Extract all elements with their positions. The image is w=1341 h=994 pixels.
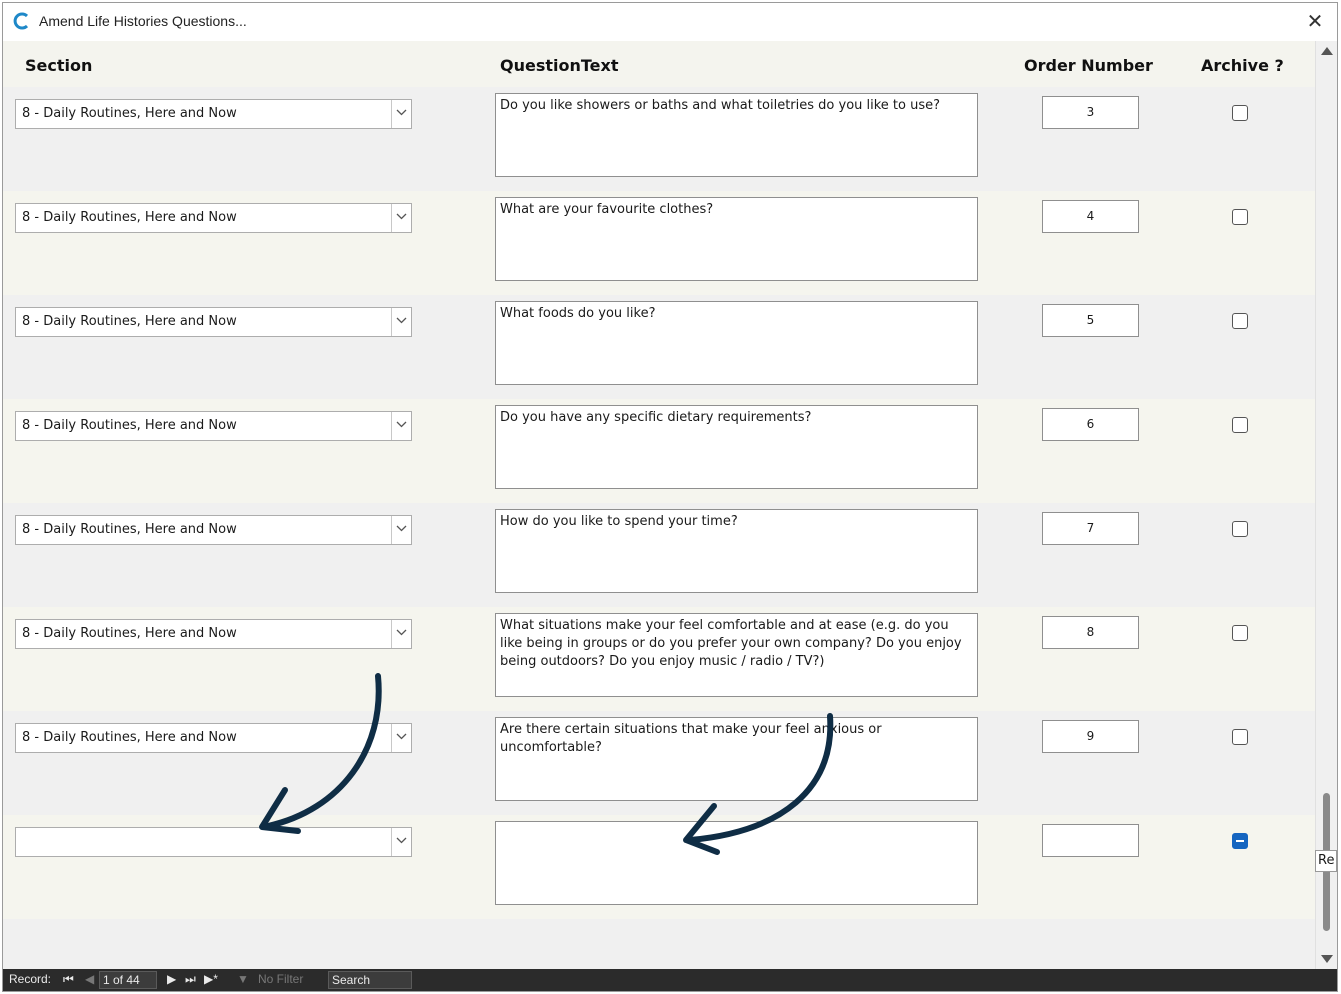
chevron-down-icon[interactable] <box>391 100 411 128</box>
order-number-field[interactable]: 4 <box>1042 200 1139 233</box>
archive-checkbox[interactable] <box>1232 417 1248 433</box>
section-combo-value: 8 - Daily Routines, Here and Now <box>22 210 237 225</box>
archive-checkbox[interactable] <box>1232 625 1248 641</box>
title-bar: Amend Life Histories Questions... ✕ <box>3 3 1337 41</box>
chevron-down-icon[interactable] <box>391 620 411 648</box>
section-combo-value: 8 - Daily Routines, Here and Now <box>22 314 237 329</box>
filter-icon: ▼ <box>237 972 249 986</box>
record-row: 8 - Daily Routines, Here and Now Do you l… <box>3 87 1315 191</box>
chevron-down-icon[interactable] <box>391 828 411 856</box>
section-combo[interactable] <box>15 827 412 857</box>
archive-checkbox[interactable] <box>1232 105 1248 121</box>
record-row: 8 - Daily Routines, Here and Now What foo… <box>3 295 1315 399</box>
section-combo[interactable]: 8 - Daily Routines, Here and Now <box>15 723 412 753</box>
record-row: 8 - Daily Routines, Here and Now What are… <box>3 191 1315 295</box>
section-combo[interactable]: 8 - Daily Routines, Here and Now <box>15 515 412 545</box>
record-row: 8 - Daily Routines, Here and Now Are ther… <box>3 711 1315 815</box>
close-button[interactable]: ✕ <box>1301 7 1329 35</box>
question-text-field[interactable]: Do you have any specific dietary require… <box>495 405 978 489</box>
last-record-icon[interactable]: ⏭ <box>185 972 196 987</box>
new-record-icon[interactable]: ▶* <box>204 972 218 986</box>
section-combo[interactable]: 8 - Daily Routines, Here and Now <box>15 99 412 129</box>
next-record-icon[interactable]: ▶ <box>167 972 176 986</box>
section-combo-value: 8 - Daily Routines, Here and Now <box>22 106 237 121</box>
archive-checkbox[interactable] <box>1232 521 1248 537</box>
order-number-header: Order Number <box>1024 56 1153 75</box>
section-combo[interactable]: 8 - Daily Routines, Here and Now <box>15 307 412 337</box>
order-number-field[interactable] <box>1042 824 1139 857</box>
chevron-down-icon[interactable] <box>391 308 411 336</box>
archive-header: Archive ? <box>1201 56 1284 75</box>
section-combo-value: 8 - Daily Routines, Here and Now <box>22 626 237 641</box>
record-label: Record: <box>9 972 52 986</box>
question-text-field[interactable] <box>495 821 978 905</box>
dialog-window: Amend Life Histories Questions... ✕ Sect… <box>2 2 1338 992</box>
section-combo-value: 8 - Daily Routines, Here and Now <box>22 522 237 537</box>
chevron-down-icon[interactable] <box>391 204 411 232</box>
column-header-row: Section QuestionText Order Number Archiv… <box>3 41 1315 87</box>
filter-toggle[interactable]: No Filter <box>258 972 303 986</box>
section-combo[interactable]: 8 - Daily Routines, Here and Now <box>15 203 412 233</box>
question-text-field[interactable]: Are there certain situations that make y… <box>495 717 978 801</box>
record-row: 8 - Daily Routines, Here and Now How do y… <box>3 503 1315 607</box>
record-row <box>3 815 1315 919</box>
order-number-field[interactable]: 6 <box>1042 408 1139 441</box>
order-number-field[interactable]: 7 <box>1042 512 1139 545</box>
chevron-down-icon[interactable] <box>391 412 411 440</box>
section-combo-value: 8 - Daily Routines, Here and Now <box>22 418 237 433</box>
order-number-field[interactable]: 5 <box>1042 304 1139 337</box>
record-row: 8 - Daily Routines, Here and Now Do you h… <box>3 399 1315 503</box>
record-row: 8 - Daily Routines, Here and Now What sit… <box>3 607 1315 711</box>
previous-record-icon[interactable]: ◀ <box>85 972 94 986</box>
question-text-field[interactable]: What situations make your feel comfortab… <box>495 613 978 697</box>
archive-checkbox[interactable] <box>1232 209 1248 225</box>
chevron-down-icon[interactable] <box>391 724 411 752</box>
record-navigation-bar: Record: ⏮ ◀ 1 of 44 ▶ ⏭ ▶* ▼ No Filter S… <box>3 969 1337 991</box>
order-number-field[interactable]: 8 <box>1042 616 1139 649</box>
question-text-field[interactable]: What are your favourite clothes? <box>495 197 978 281</box>
scroll-tooltip: Re <box>1315 850 1337 872</box>
window-title: Amend Life Histories Questions... <box>39 13 247 29</box>
app-logo-icon <box>13 12 29 30</box>
order-number-field[interactable]: 3 <box>1042 96 1139 129</box>
section-header: Section <box>25 56 93 75</box>
search-input[interactable]: Search <box>328 971 412 989</box>
question-text-header: QuestionText <box>500 56 619 75</box>
first-record-icon[interactable]: ⏮ <box>63 972 74 987</box>
question-text-field[interactable]: What foods do you like? <box>495 301 978 385</box>
vertical-scrollbar[interactable] <box>1315 41 1337 969</box>
archive-checkbox[interactable] <box>1232 833 1248 849</box>
continuous-form: Section QuestionText Order Number Archiv… <box>3 41 1315 969</box>
section-combo[interactable]: 8 - Daily Routines, Here and Now <box>15 411 412 441</box>
record-position-input[interactable]: 1 of 44 <box>99 971 157 989</box>
question-text-field[interactable]: How do you like to spend your time? <box>495 509 978 593</box>
archive-checkbox[interactable] <box>1232 729 1248 745</box>
section-combo-value: 8 - Daily Routines, Here and Now <box>22 730 237 745</box>
section-combo[interactable]: 8 - Daily Routines, Here and Now <box>15 619 412 649</box>
scroll-up-arrow-icon[interactable] <box>1321 47 1333 55</box>
order-number-field[interactable]: 9 <box>1042 720 1139 753</box>
scroll-down-arrow-icon[interactable] <box>1321 955 1333 963</box>
archive-checkbox[interactable] <box>1232 313 1248 329</box>
chevron-down-icon[interactable] <box>391 516 411 544</box>
question-text-field[interactable]: Do you like showers or baths and what to… <box>495 93 978 177</box>
